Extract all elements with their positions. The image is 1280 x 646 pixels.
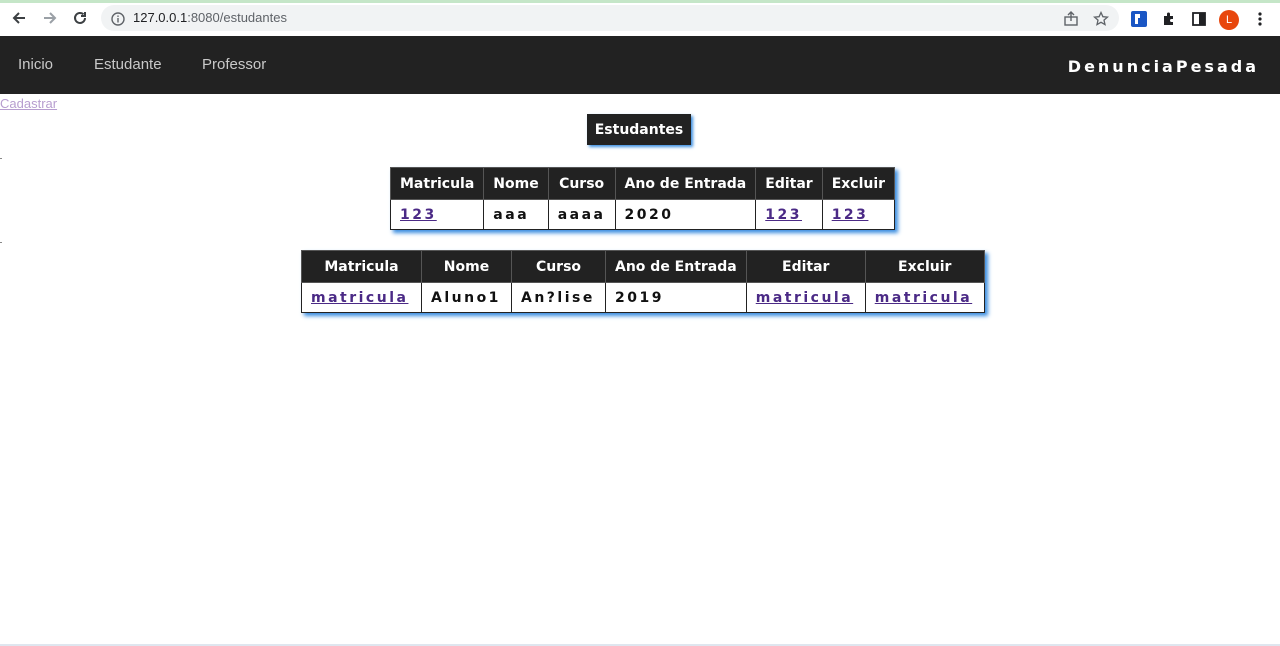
site-info-icon[interactable] (111, 11, 125, 26)
edit-link[interactable]: 123 (765, 207, 802, 223)
cell-nome: aaa (483, 199, 549, 230)
table-header-row: Matricula Nome Curso Ano de Entrada Edit… (389, 167, 896, 200)
delete-link[interactable]: matricula (875, 290, 972, 306)
column-header-ano-entrada: Ano de Entrada (614, 167, 757, 200)
extension-icon[interactable] (1129, 9, 1149, 29)
stray-mark (0, 158, 2, 159)
app-navbar: Inicio Estudante Professor DenunciaPesad… (0, 36, 1280, 94)
column-header-nome: Nome (483, 167, 549, 200)
kebab-menu-icon[interactable] (1250, 9, 1270, 29)
brand-logo-text[interactable]: DenunciaPesada (1068, 57, 1259, 76)
url-path: :8080/estudantes (187, 10, 287, 25)
cadastrar-link[interactable]: Cadastrar (0, 96, 57, 111)
cell-editar: 123 (755, 199, 823, 230)
cell-editar: matricula (745, 282, 866, 313)
students-table: Matricula Nome Curso Ano de Entrada Edit… (301, 250, 985, 313)
stray-mark (0, 242, 2, 243)
back-icon[interactable] (8, 7, 30, 29)
column-header-nome: Nome (421, 250, 512, 283)
cell-ano-entrada: 2020 (614, 199, 757, 230)
cell-curso: An?lise (511, 282, 606, 313)
profile-avatar[interactable]: L (1219, 10, 1239, 30)
delete-link[interactable]: 123 (832, 207, 869, 223)
url-text: 127.0.0.1:8080/estudantes (133, 10, 287, 25)
cell-excluir: matricula (864, 282, 985, 313)
cell-curso: aaaa (547, 199, 616, 230)
matricula-link[interactable]: 123 (400, 207, 437, 223)
column-header-curso: Curso (511, 250, 606, 283)
column-header-excluir: Excluir (864, 250, 985, 283)
url-host: 127.0.0.1 (133, 10, 188, 25)
table-row: matricula Aluno1 An?lise 2019 matricula … (301, 282, 985, 313)
page-title: Estudantes (587, 114, 691, 145)
cell-nome: Aluno1 (421, 282, 512, 313)
students-table: Matricula Nome Curso Ano de Entrada Edit… (389, 167, 896, 230)
column-header-ano-entrada: Ano de Entrada (605, 250, 747, 283)
nav-link-professor[interactable]: Professor (202, 56, 266, 73)
column-header-matricula: Matricula (389, 167, 485, 200)
address-bar[interactable]: 127.0.0.1:8080/estudantes (101, 5, 1119, 31)
browser-toolbar: 127.0.0.1:8080/estudantes L (0, 3, 1280, 33)
cell-matricula: 123 (389, 199, 485, 230)
nav-link-inicio[interactable]: Inicio (18, 56, 53, 73)
column-header-curso: Curso (547, 167, 616, 200)
share-icon[interactable] (1061, 9, 1081, 29)
cell-ano-entrada: 2019 (605, 282, 747, 313)
column-header-editar: Editar (755, 167, 823, 200)
column-header-editar: Editar (745, 250, 866, 283)
forward-icon[interactable] (39, 7, 61, 29)
nav-link-estudante[interactable]: Estudante (94, 56, 162, 73)
cell-matricula: matricula (301, 282, 422, 313)
table-row: 123 aaa aaaa 2020 123 123 (389, 199, 896, 230)
extensions-puzzle-icon[interactable] (1159, 9, 1179, 29)
reload-icon[interactable] (69, 7, 91, 29)
side-panel-icon[interactable] (1189, 9, 1209, 29)
matricula-link[interactable]: matricula (311, 290, 408, 306)
column-header-matricula: Matricula (301, 250, 422, 283)
column-header-excluir: Excluir (821, 167, 896, 200)
bookmark-star-icon[interactable] (1091, 9, 1111, 29)
edit-link[interactable]: matricula (756, 290, 853, 306)
cell-excluir: 123 (821, 199, 896, 230)
table-header-row: Matricula Nome Curso Ano de Entrada Edit… (301, 250, 985, 283)
